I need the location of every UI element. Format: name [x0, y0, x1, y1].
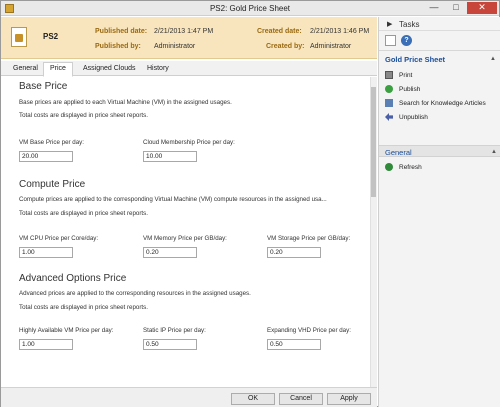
price-sheet-window: PS2: Gold Price Sheet — □ ✕ PS2 Publishe…: [0, 0, 500, 407]
general-section-header[interactable]: General ▲: [379, 145, 500, 157]
task-unpublish[interactable]: Unpublish: [385, 112, 428, 122]
created-by-label: Created by:: [266, 43, 305, 50]
ok-button[interactable]: OK: [231, 393, 275, 405]
task-unpublish-label: Unpublish: [399, 113, 428, 121]
cloud-membership-price-input[interactable]: [143, 151, 197, 162]
vm-cpu-price-input[interactable]: [19, 247, 73, 258]
close-button[interactable]: ✕: [467, 2, 497, 14]
tab-assigned-clouds[interactable]: Assigned Clouds: [77, 63, 142, 76]
ha-vm-price-label: Highly Available VM Price per day:: [19, 327, 114, 334]
ha-vm-price-input[interactable]: [19, 339, 73, 350]
gold-price-sheet-section-title: Gold Price Sheet: [385, 55, 446, 64]
static-ip-price-label: Static IP Price per day:: [143, 327, 206, 334]
published-date-label: Published date:: [95, 28, 148, 35]
print-icon: [385, 71, 393, 79]
minimize-button[interactable]: —: [423, 2, 445, 14]
vm-memory-price-input[interactable]: [143, 247, 197, 258]
apply-button[interactable]: Apply: [327, 393, 371, 405]
tab-strip: General Price Assigned Clouds History: [1, 61, 377, 77]
task-print-label: Print: [399, 71, 413, 79]
vm-cpu-price-label: VM CPU Price per Core/day:: [19, 235, 99, 242]
properties-area: PS2 Published date: 2/21/2013 1:47 PM Pu…: [1, 17, 377, 407]
scrollbar-thumb[interactable]: [371, 87, 376, 197]
tab-history[interactable]: History: [141, 63, 175, 76]
refresh-icon: [385, 163, 393, 171]
base-price-description: Base prices are applied to each Virtual …: [19, 99, 232, 106]
dialog-footer: OK Cancel Apply: [1, 387, 377, 407]
compute-price-note: Total costs are displayed in price sheet…: [19, 210, 148, 217]
tasks-header[interactable]: ▶ Tasks: [379, 17, 500, 31]
base-price-note: Total costs are displayed in price sheet…: [19, 112, 148, 119]
compute-price-heading: Compute Price: [19, 179, 86, 190]
created-date-value: 2/21/2013 1:46 PM: [310, 28, 370, 35]
advanced-price-note: Total costs are displayed in price sheet…: [19, 304, 148, 311]
tasks-divider: [379, 50, 500, 51]
price-tab-content: Base Price Base prices are applied to ea…: [1, 77, 377, 387]
created-by-value: Administrator: [310, 43, 352, 50]
vm-base-price-input[interactable]: [19, 151, 73, 162]
task-search-knowledge[interactable]: Search for Knowledge Articles: [385, 98, 486, 108]
publish-icon: [385, 85, 393, 93]
price-sheet-name: PS2: [43, 32, 59, 41]
search-knowledge-icon: [385, 99, 393, 107]
section-collapse-icon[interactable]: ▲: [490, 56, 496, 62]
vm-storage-price-label: VM Storage Price per GB/day:: [267, 235, 351, 242]
task-search-knowledge-label: Search for Knowledge Articles: [399, 99, 486, 107]
properties-icon[interactable]: [385, 35, 396, 46]
created-date-label: Created date:: [257, 28, 302, 35]
advanced-price-description: Advanced prices are applied to the corre…: [19, 290, 251, 297]
cloud-membership-price-label: Cloud Membership Price per day:: [143, 139, 235, 146]
vm-storage-price-input[interactable]: [267, 247, 321, 258]
help-icon[interactable]: ?: [401, 35, 412, 46]
cancel-button[interactable]: Cancel: [279, 393, 323, 405]
expanding-vhd-price-label: Expanding VHD Price per day:: [267, 327, 351, 334]
published-by-label: Published by:: [95, 43, 141, 50]
title-bar: PS2: Gold Price Sheet — □ ✕: [1, 1, 499, 16]
task-publish-label: Publish: [399, 85, 421, 93]
general-collapse-icon[interactable]: ▲: [491, 149, 497, 155]
window-controls: — □ ✕: [423, 2, 497, 14]
base-price-heading: Base Price: [19, 81, 68, 92]
maximize-button[interactable]: □: [445, 2, 467, 14]
vm-base-price-label: VM Base Price per day:: [19, 139, 84, 146]
collapse-arrow-icon[interactable]: ▶: [387, 20, 392, 28]
task-refresh[interactable]: Refresh: [385, 162, 422, 172]
tab-price[interactable]: Price: [43, 62, 73, 77]
header-band: PS2 Published date: 2/21/2013 1:47 PM Pu…: [1, 17, 377, 59]
expanding-vhd-price-input[interactable]: [267, 339, 321, 350]
general-section-title: General: [385, 148, 412, 157]
tab-general[interactable]: General: [7, 63, 44, 76]
tasks-title: Tasks: [399, 20, 420, 29]
vertical-scrollbar[interactable]: [370, 77, 377, 387]
static-ip-price-input[interactable]: [143, 339, 197, 350]
compute-price-description: Compute prices are applied to the corres…: [19, 196, 327, 203]
price-sheet-icon: [11, 27, 27, 47]
unpublish-icon: [385, 113, 393, 121]
tasks-pane: ▶ Tasks ? Gold Price Sheet ▲ Print Publi…: [378, 17, 500, 407]
task-publish[interactable]: Publish: [385, 84, 420, 94]
task-print[interactable]: Print: [385, 70, 412, 80]
published-date-value: 2/21/2013 1:47 PM: [154, 28, 214, 35]
advanced-options-price-heading: Advanced Options Price: [19, 273, 127, 284]
published-by-value: Administrator: [154, 43, 196, 50]
vm-memory-price-label: VM Memory Price per GB/day:: [143, 235, 227, 242]
task-refresh-label: Refresh: [399, 163, 422, 171]
